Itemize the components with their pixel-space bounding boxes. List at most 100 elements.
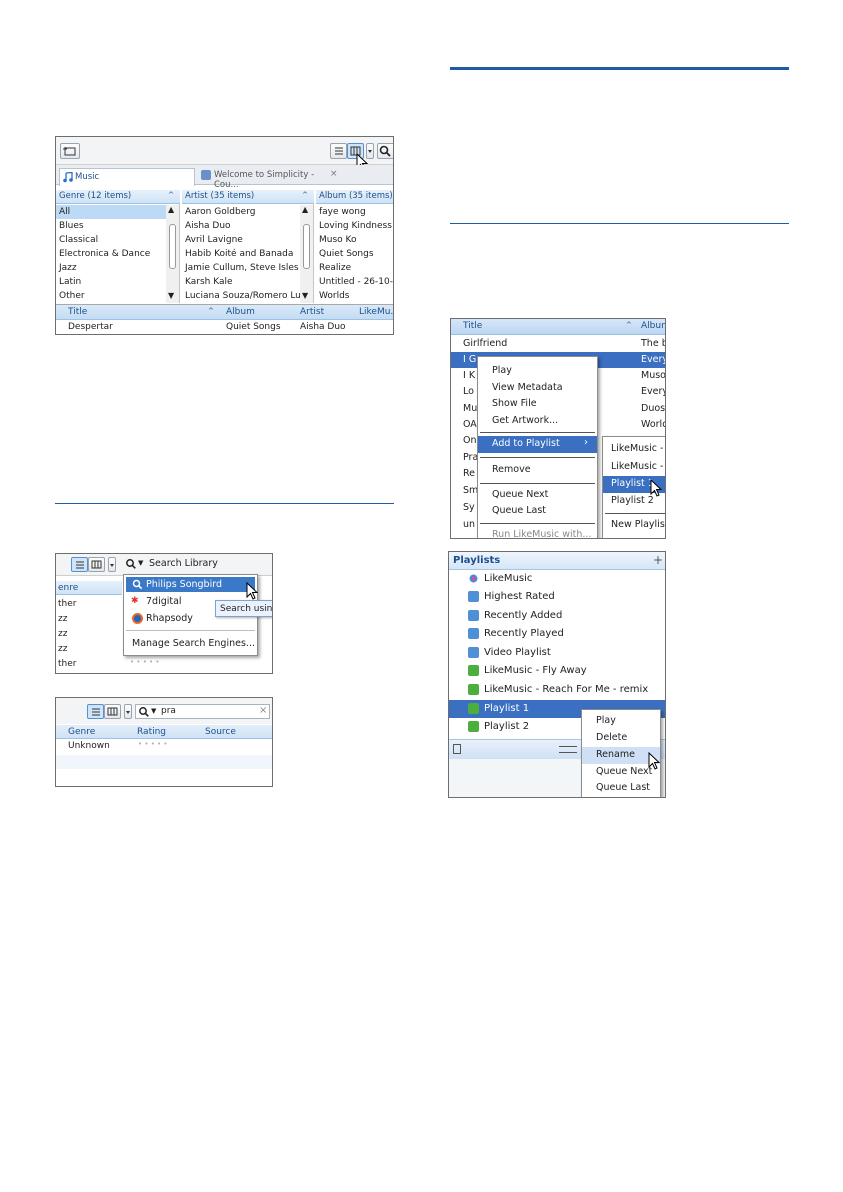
genre-column-header[interactable]: Genre [68,727,95,737]
likemusic-column-header[interactable]: LikeMu... [359,307,393,317]
track-row[interactable]: Girlfriend The b [451,336,665,352]
submenu-item-likemusic-reach[interactable]: LikeMusic - R [603,461,665,472]
search-field[interactable]: ▼ Search Library [123,557,272,572]
artist-row[interactable]: Habib Koité and Banada [182,247,313,261]
album-column-header[interactable]: Album [226,307,255,317]
playlist-item-video-playlist[interactable]: Video Playlist [449,644,665,662]
filter-view-button[interactable] [104,704,121,719]
clear-search-icon[interactable]: × [259,705,267,716]
album-row[interactable]: Realize [316,261,393,275]
playlist-item-recently-played[interactable]: Recently Played [449,625,665,643]
genre-scrollbar[interactable]: ▲ ▼ [166,205,179,303]
artist-column-header[interactable]: Artist [300,307,324,317]
playlists-screenshot: Playlists + LikeMusic Highest Rated Rece… [448,551,666,798]
playlist-label: LikeMusic - Reach For Me - remix [484,684,649,695]
menu-item-delete[interactable]: Delete [582,732,660,743]
submenu-item-likemusic-fly[interactable]: LikeMusic - Fl [603,443,665,454]
artist-row[interactable]: Luciana Souza/Romero Lu... [182,289,313,303]
list-view-button[interactable] [71,557,88,572]
close-tab-icon[interactable]: × [330,169,338,179]
artist-scrollbar[interactable]: ▲ ▼ [300,205,313,303]
genre-row[interactable]: Blues [56,219,179,233]
album-row[interactable]: Muso Ko [316,233,393,247]
menu-item-show-file[interactable]: Show File [478,398,597,409]
result-row[interactable]: Unknown • • • • • [56,740,272,754]
menu-item-add-to-playlist[interactable]: Add to Playlist › [478,436,597,453]
menu-item-queue-last[interactable]: Queue Last [478,505,597,516]
rating-column-header[interactable]: Rating [137,727,166,737]
genre-row[interactable]: All [56,205,179,219]
engine-dropdown-icon[interactable]: ▼ [138,559,143,567]
search-icon [126,559,136,569]
menu-item-run-likemusic[interactable]: Run LikeMusic with... [478,529,597,538]
scroll-thumb[interactable] [303,224,310,269]
manage-search-engines-item[interactable]: Manage Search Engines... [126,636,255,651]
artist-row[interactable]: Avril Lavigne [182,233,313,247]
menu-item-remove[interactable]: Remove [478,464,597,475]
playlist-label: Highest Rated [484,591,555,602]
artist-row[interactable]: Jamie Cullum, Steve Isles [182,261,313,275]
playlist-item-highest-rated[interactable]: Highest Rated [449,588,665,606]
genre-header[interactable]: Genre (12 items) ^ [56,190,180,204]
album-row[interactable]: faye wong [316,205,393,219]
menu-lines-icon[interactable] [559,746,577,753]
playlist-item-likemusic-fly-away[interactable]: LikeMusic - Fly Away [449,662,665,680]
search-button[interactable] [377,143,393,159]
add-playlist-button[interactable]: + [653,553,663,567]
album-row[interactable]: Worlds [316,289,393,303]
filter-view-button[interactable] [88,557,105,572]
engine-dropdown-icon[interactable]: ▼ [151,707,156,715]
artist-row[interactable]: Aaron Goldberg [182,205,313,219]
menu-separator [480,523,595,524]
playlist-item-likemusic-reach[interactable]: LikeMusic - Reach For Me - remix [449,681,665,699]
menu-separator [480,457,595,458]
menu-item-queue-next[interactable]: Queue Next [478,489,597,500]
title-column-header[interactable]: Title [463,321,482,331]
search-input[interactable]: ▼ pra × [135,704,270,719]
artist-row[interactable]: Karsh Kale [182,275,313,289]
album-row[interactable]: Untitled - 26-10-03 [316,275,393,289]
track-row[interactable]: Despertar Quiet Songs Aisha Duo [56,321,393,334]
tab-welcome[interactable]: Welcome to Simplicity - Cou... × [199,168,341,190]
list-view-button[interactable] [330,143,347,159]
track-title: On [463,435,477,446]
rhapsody-logo-icon [132,613,143,624]
source-column-header[interactable]: Source [205,727,236,737]
genre-row[interactable]: Classical [56,233,179,247]
search-engine-philips-songbird[interactable]: Philips Songbird [126,577,255,592]
new-tab-button[interactable] [60,143,80,159]
result-toolbar: ▼ pra × [56,698,272,724]
artist-header[interactable]: Artist (35 items) ^ [182,190,314,204]
genre-row[interactable]: Latin [56,275,179,289]
scroll-up-icon[interactable]: ▲ [168,205,174,214]
album-column-header[interactable]: Albun [641,321,665,331]
album-row[interactable]: Loving Kindness & V [316,219,393,233]
album-label: Worlds [319,291,350,301]
view-dropdown-button[interactable] [108,557,116,572]
album-row[interactable]: Quiet Songs [316,247,393,261]
list-view-button[interactable] [87,704,104,719]
genre-row[interactable]: Jazz [56,261,179,275]
genre-row[interactable]: Other [56,289,179,303]
menu-item-queue-last[interactable]: Queue Last [582,782,660,793]
title-column-header[interactable]: Title [68,307,87,317]
playlist-item-recently-added[interactable]: Recently Added [449,607,665,625]
menu-item-play[interactable]: Play [582,715,660,726]
document-icon[interactable] [453,744,461,754]
album-header[interactable]: Album (35 items) [316,190,393,204]
genre-header-label: enre [58,583,79,593]
tab-music[interactable]: Music [59,168,195,186]
playlist-item-likemusic[interactable]: LikeMusic [449,570,665,588]
scroll-up-icon[interactable]: ▲ [302,205,308,214]
artist-row[interactable]: Aisha Duo [182,219,313,233]
scroll-down-icon[interactable]: ▼ [302,291,308,300]
scroll-down-icon[interactable]: ▼ [168,291,174,300]
genre-row[interactable]: Electronica & Dance [56,247,179,261]
view-dropdown-button[interactable] [124,704,132,719]
playlist-label: Recently Added [484,610,563,621]
submenu-item-new-playlist[interactable]: New Playlist [603,519,665,530]
menu-item-get-artwork[interactable]: Get Artwork... [478,415,597,426]
scroll-thumb[interactable] [169,224,176,269]
menu-item-play[interactable]: Play [478,365,597,376]
menu-item-view-metadata[interactable]: View Metadata [478,382,597,393]
